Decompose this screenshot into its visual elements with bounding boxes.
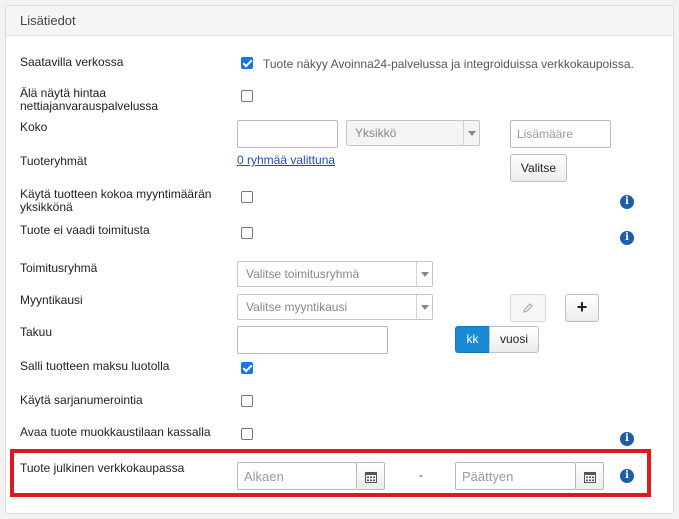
myyntikausi-placeholder: Valitse myyntikausi	[246, 300, 348, 314]
add-myyntikausi-button[interactable]: +	[565, 294, 599, 322]
note-saatavilla: Tuote näkyy Avoinna24-palvelussa ja inte…	[263, 57, 634, 71]
label-julkinen: Tuote julkinen verkkokaupassa	[20, 461, 185, 475]
takuu-unit-kk[interactable]: kk	[455, 326, 490, 353]
label-saatavilla: Saatavilla verkossa	[20, 55, 124, 69]
info-icon[interactable]: i	[620, 195, 634, 209]
info-icon[interactable]: i	[620, 231, 634, 245]
takuu-input[interactable]	[237, 326, 388, 354]
panel-title: Lisätiedot	[20, 13, 76, 28]
calendar-icon	[584, 472, 596, 483]
label-sarjanumerointi: Käytä sarjanumerointia	[20, 393, 143, 407]
koko-input[interactable]	[237, 120, 338, 148]
checkbox-ala-nayta[interactable]	[241, 90, 253, 102]
label-myyntikausi: Myyntikausi	[20, 293, 83, 307]
label-muokkaustila: Avaa tuote muokkaustilaan kassalla	[20, 425, 211, 439]
calendar-icon	[365, 472, 377, 483]
info-icon[interactable]: i	[620, 469, 634, 483]
label-ala-nayta-line2: nettiajanvarauspalvelussa	[20, 99, 159, 113]
label-takuu: Takuu	[20, 325, 53, 339]
lisamaare-input[interactable]	[510, 120, 611, 148]
date-separator: -	[419, 468, 423, 482]
paattyen-date-input[interactable]	[455, 462, 576, 490]
label-tuoteryhmat: Tuoteryhmät	[20, 154, 87, 168]
alkaen-calendar-button[interactable]	[357, 462, 385, 490]
label-luotolla: Salli tuotteen maksu luotolla	[20, 359, 170, 373]
checkbox-sarjanumerointi[interactable]	[241, 395, 253, 407]
label-kayta-kokoa-line2: yksikkönä	[20, 200, 73, 214]
pencil-icon	[523, 303, 533, 313]
toimitusryhma-select[interactable]: Valitse toimitusryhmä	[237, 261, 433, 287]
label-ala-nayta-line1: Älä näytä hintaa	[20, 86, 107, 100]
checkbox-saatavilla[interactable]	[241, 57, 253, 69]
checkbox-luotolla[interactable]	[241, 362, 253, 374]
chevron-down-icon	[416, 295, 432, 319]
label-toimitusryhma: Toimitusryhmä	[20, 261, 98, 275]
label-kayta-kokoa-line1: Käytä tuotteen kokoa myyntimäärän	[20, 187, 212, 201]
info-icon[interactable]: i	[620, 432, 634, 446]
valitse-button[interactable]: Valitse	[510, 154, 567, 182]
yksikko-placeholder: Yksikkö	[355, 126, 397, 140]
checkbox-kayta-kokoa[interactable]	[241, 191, 253, 203]
edit-myyntikausi-button[interactable]	[510, 294, 546, 322]
takuu-unit-vuosi[interactable]: vuosi	[489, 326, 539, 353]
tuoteryhmat-link[interactable]: 0 ryhmää valittuna	[237, 153, 335, 167]
label-ei-toimitusta: Tuote ei vaadi toimitusta	[20, 223, 150, 237]
label-koko: Koko	[20, 120, 48, 134]
chevron-down-icon	[463, 121, 479, 145]
toimitusryhma-placeholder: Valitse toimitusryhmä	[246, 267, 360, 281]
panel-header: Lisätiedot	[6, 6, 673, 36]
chevron-down-icon	[416, 262, 432, 286]
alkaen-date-input[interactable]	[237, 462, 357, 490]
checkbox-ei-toimitusta[interactable]	[241, 227, 253, 239]
paattyen-calendar-button[interactable]	[576, 462, 604, 490]
checkbox-muokkaustila[interactable]	[241, 428, 253, 440]
myyntikausi-select[interactable]: Valitse myyntikausi	[237, 294, 433, 320]
yksikko-select[interactable]: Yksikkö	[346, 120, 480, 146]
